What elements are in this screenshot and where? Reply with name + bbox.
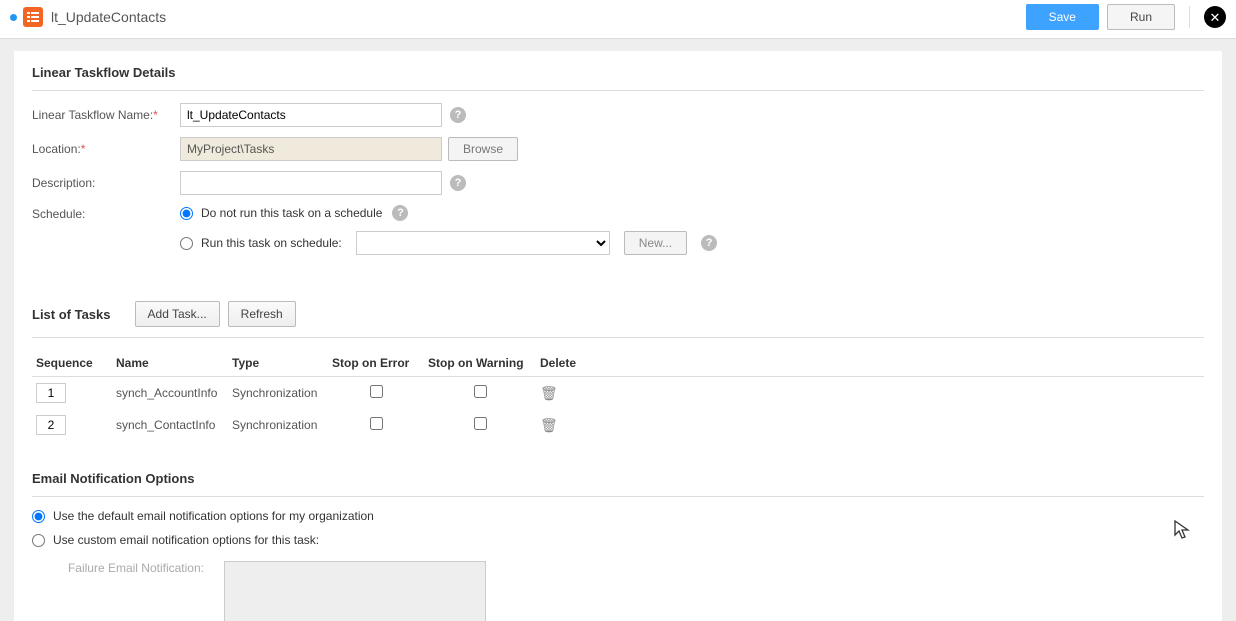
schedule-run-option: Run this task on schedule: New... ? — [180, 231, 717, 255]
schedule-run-radio[interactable] — [180, 237, 193, 250]
email-default-radio[interactable] — [32, 510, 45, 523]
content-scroll[interactable]: Linear Taskflow Details Linear Taskflow … — [0, 39, 1236, 621]
task-type-cell: Synchronization — [228, 409, 328, 441]
schedule-run-label: Run this task on schedule: — [201, 236, 342, 250]
failure-email-row: Failure Email Notification: — [32, 561, 1204, 621]
table-row: synch_ContactInfo Synchronization 🗑 — [32, 409, 1204, 441]
task-name-cell: synch_AccountInfo — [112, 377, 228, 410]
divider — [32, 496, 1204, 497]
location-row: Location:* Browse — [32, 137, 1204, 161]
stop-error-checkbox[interactable] — [370, 385, 383, 398]
divider — [32, 90, 1204, 91]
email-custom-option: Use custom email notification options fo… — [32, 533, 1204, 547]
divider — [1189, 6, 1190, 28]
refresh-button[interactable]: Refresh — [228, 301, 296, 327]
email-default-label: Use the default email notification optio… — [53, 509, 374, 523]
table-row: synch_AccountInfo Synchronization 🗑 — [32, 377, 1204, 410]
location-label: Location:* — [32, 142, 180, 156]
details-section-title: Linear Taskflow Details — [32, 65, 1204, 80]
col-stop-warning: Stop on Warning — [424, 350, 536, 377]
close-icon: ✕ — [1210, 11, 1221, 24]
taskflow-name-input[interactable] — [180, 103, 442, 127]
tasks-section-title: List of Tasks — [32, 307, 111, 322]
schedule-none-option: Do not run this task on a schedule ? — [180, 205, 717, 221]
taskflow-name-row: Linear Taskflow Name:* ? — [32, 103, 1204, 127]
email-section-title: Email Notification Options — [32, 471, 1204, 486]
col-type: Type — [228, 350, 328, 377]
help-icon[interactable]: ? — [701, 235, 717, 251]
task-name-cell: synch_ContactInfo — [112, 409, 228, 441]
taskflow-name-label: Linear Taskflow Name:* — [32, 108, 180, 122]
help-icon[interactable]: ? — [450, 175, 466, 191]
email-custom-radio[interactable] — [32, 534, 45, 547]
close-button[interactable]: ✕ — [1204, 6, 1226, 28]
col-sequence: Sequence — [32, 350, 112, 377]
required-asterisk: * — [81, 142, 86, 156]
location-input — [180, 137, 442, 161]
description-row: Description: ? — [32, 171, 1204, 195]
schedule-row: Schedule: Do not run this task on a sche… — [32, 205, 1204, 265]
schedule-none-radio[interactable] — [180, 207, 193, 220]
run-button[interactable]: Run — [1107, 4, 1175, 30]
page-title: lt_UpdateContacts — [51, 9, 166, 25]
save-button[interactable]: Save — [1026, 4, 1099, 30]
failure-email-label: Failure Email Notification: — [32, 561, 224, 575]
main-panel: Linear Taskflow Details Linear Taskflow … — [14, 51, 1222, 621]
col-delete: Delete — [536, 350, 596, 377]
delete-icon[interactable]: 🗑 — [540, 385, 558, 401]
col-name: Name — [112, 350, 228, 377]
browse-button[interactable]: Browse — [448, 137, 518, 161]
failure-email-textarea — [224, 561, 486, 621]
schedule-none-label: Do not run this task on a schedule — [201, 206, 382, 220]
required-asterisk: * — [153, 108, 158, 122]
tasks-table-header-row: Sequence Name Type Stop on Error Stop on… — [32, 350, 1204, 377]
tasks-header: List of Tasks Add Task... Refresh — [32, 301, 1204, 327]
email-default-option: Use the default email notification optio… — [32, 509, 1204, 523]
sequence-input[interactable] — [36, 415, 66, 435]
col-stop-error: Stop on Error — [328, 350, 424, 377]
new-schedule-button[interactable]: New... — [624, 231, 687, 255]
schedule-label: Schedule: — [32, 205, 180, 221]
unsaved-dot-icon — [10, 14, 17, 21]
taskflow-icon — [23, 7, 43, 27]
stop-warning-checkbox[interactable] — [474, 417, 487, 430]
description-input[interactable] — [180, 171, 442, 195]
help-icon[interactable]: ? — [392, 205, 408, 221]
delete-icon[interactable]: 🗑 — [540, 417, 558, 433]
task-type-cell: Synchronization — [228, 377, 328, 410]
add-task-button[interactable]: Add Task... — [135, 301, 220, 327]
top-bar: lt_UpdateContacts Save Run ✕ — [0, 0, 1236, 39]
schedule-select[interactable] — [356, 231, 610, 255]
stop-warning-checkbox[interactable] — [474, 385, 487, 398]
divider — [32, 337, 1204, 338]
description-label: Description: — [32, 176, 180, 190]
help-icon[interactable]: ? — [450, 107, 466, 123]
sequence-input[interactable] — [36, 383, 66, 403]
tasks-table: Sequence Name Type Stop on Error Stop on… — [32, 350, 1204, 441]
email-custom-label: Use custom email notification options fo… — [53, 533, 319, 547]
stop-error-checkbox[interactable] — [370, 417, 383, 430]
